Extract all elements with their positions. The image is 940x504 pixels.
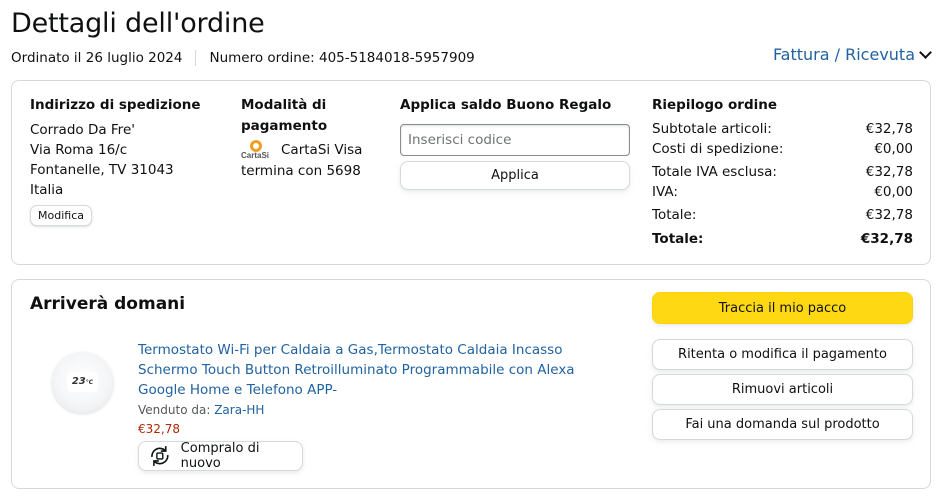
edit-address-button[interactable]: Modifica <box>30 205 92 226</box>
seller-link[interactable]: Zara-HH <box>214 403 264 417</box>
summary-grand-total: Totale: €32,78 <box>652 231 913 247</box>
product-title-link[interactable]: Termostato Wi-Fi per Caldaia a Gas,Termo… <box>138 340 608 400</box>
shipping-title: Indirizzo di spedizione <box>30 97 201 113</box>
summary-row: Costi di spedizione: €0,00 <box>652 141 913 157</box>
retry-payment-button[interactable]: Ritenta o modifica il pagamento <box>652 339 913 370</box>
buy-again-label: Compralo di nuovo <box>180 441 260 471</box>
shipping-address-section: Indirizzo di spedizione Corrado Da Fre' … <box>30 95 220 226</box>
chevron-down-icon <box>919 45 932 59</box>
payment-method-section: Modalità di pagamento CartaSi CartaSi Vi… <box>241 95 391 181</box>
remove-items-button[interactable]: Rimuovi articoli <box>652 374 913 405</box>
order-meta: Ordinato il 26 luglio 2024 Numero ordine… <box>11 50 475 66</box>
address-line: Via Roma 16/c <box>30 142 128 158</box>
shipment-box: Arriverà domani Traccia il mio pacco Rit… <box>11 279 931 489</box>
delivery-status: Arriverà domani <box>30 294 186 314</box>
shipment-actions: Traccia il mio pacco Ritenta o modifica … <box>652 292 913 444</box>
apply-gift-button[interactable]: Applica <box>400 161 630 190</box>
order-summary-section: Riepilogo ordine Subtotale articoli: €32,… <box>652 95 913 249</box>
ask-question-button[interactable]: Fai una domanda sul prodotto <box>652 409 913 440</box>
order-number: Numero ordine: 405-5184018-5957909 <box>209 50 475 66</box>
seller-line: Venduto da: Zara-HH <box>138 403 265 417</box>
product-image[interactable]: 23°C <box>52 352 113 413</box>
summary-row: Subtotale articoli: €32,78 <box>652 121 913 137</box>
invoice-label: Fattura / Ricevuta <box>772 45 915 64</box>
address-line: Corrado Da Fre' <box>30 122 135 138</box>
invoice-dropdown[interactable]: Fattura / Ricevuta <box>772 45 932 64</box>
divider <box>195 50 197 66</box>
gift-code-input[interactable] <box>400 124 630 156</box>
order-date: Ordinato il 26 luglio 2024 <box>11 50 183 66</box>
buy-again-icon <box>151 446 169 466</box>
address-line: Fontanelle, TV 31043 <box>30 162 174 178</box>
summary-row: IVA: €0,00 <box>652 184 913 200</box>
page-title: Dettagli dell'ordine <box>11 8 265 39</box>
gift-card-section: Applica saldo Buono Regalo Applica <box>400 95 632 190</box>
order-info-box: Indirizzo di spedizione Corrado Da Fre' … <box>11 80 931 265</box>
track-package-button[interactable]: Traccia il mio pacco <box>652 292 913 324</box>
summary-title: Riepilogo ordine <box>652 97 778 113</box>
product-info: Termostato Wi-Fi per Caldaia a Gas,Termo… <box>138 340 608 471</box>
address-line: Italia <box>30 182 64 198</box>
payment-title: Modalità di pagamento <box>241 97 328 134</box>
gift-title: Applica saldo Buono Regalo <box>400 97 612 113</box>
buy-again-button[interactable]: Compralo di nuovo <box>138 441 303 471</box>
summary-row: Totale IVA esclusa: €32,78 <box>652 164 913 180</box>
card-ending: termina con 5698 <box>241 163 361 179</box>
product-price: €32,78 <box>138 422 180 436</box>
thermostat-screen: 23°C <box>67 372 98 392</box>
card-name: CartaSi Visa <box>281 142 363 158</box>
cartasi-logo: CartaSi <box>241 139 275 161</box>
summary-row: Totale: €32,78 <box>652 207 913 223</box>
